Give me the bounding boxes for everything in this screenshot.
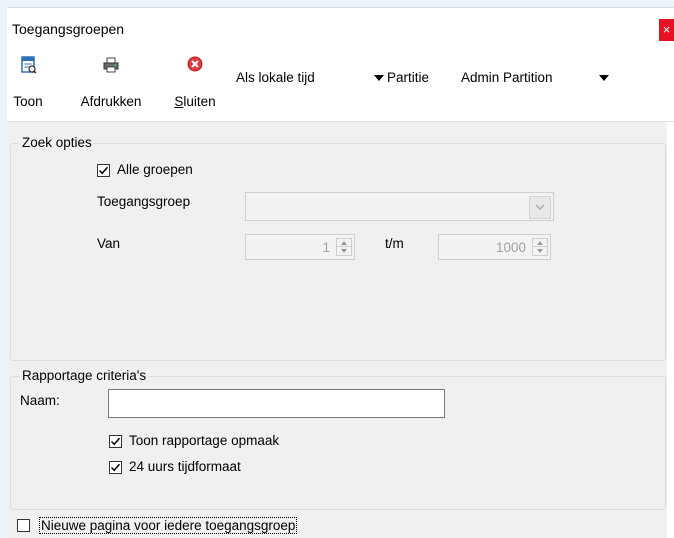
time-mode-dropdown[interactable]: Als lokale tijd xyxy=(236,66,386,90)
checkmark-icon xyxy=(110,463,121,472)
nieuwe-pagina-checkbox[interactable] xyxy=(17,519,30,532)
zoek-opties-title: Zoek opties xyxy=(20,135,94,150)
spin-down-icon xyxy=(341,249,347,253)
sluiten-label-rest: luiten xyxy=(183,94,216,109)
spin-down-icon xyxy=(537,249,543,253)
sluiten-label: Sluiten xyxy=(165,94,225,109)
sluiten-mnemonic: S xyxy=(174,94,184,109)
tijdformaat-checkbox[interactable] xyxy=(109,461,122,474)
afdrukken-button[interactable]: Afdrukken xyxy=(71,56,151,112)
spin-up-icon xyxy=(341,241,347,245)
alle-groepen-checkbox[interactable] xyxy=(97,164,110,177)
window-title: Toegangsgroepen xyxy=(12,21,125,37)
naam-input[interactable] xyxy=(108,389,445,418)
afdrukken-label: Afdrukken xyxy=(80,94,142,109)
toon-rapportage-opmaak-checkbox[interactable] xyxy=(109,435,122,448)
van-spinner[interactable] xyxy=(336,238,352,256)
van-value: 1 xyxy=(322,240,330,255)
printer-icon xyxy=(103,57,119,73)
partition-value: Admin Partition xyxy=(461,70,553,85)
rapportage-criteria-group: Rapportage criteria's Naam: Toon rapport… xyxy=(10,368,666,510)
zoek-opties-group: Zoek opties Alle groepen Toegangsgroep V… xyxy=(10,135,666,361)
content-panel: Zoek opties Alle groepen Toegangsgroep V… xyxy=(7,122,667,538)
van-numeric-input[interactable]: 1 xyxy=(245,234,355,260)
tm-numeric-input[interactable]: 1000 xyxy=(438,234,551,260)
toon-label: Toon xyxy=(13,94,43,109)
checkmark-icon xyxy=(98,166,109,175)
checkmark-icon xyxy=(110,437,121,446)
van-label: Van xyxy=(97,236,121,251)
report-view-icon xyxy=(21,56,37,74)
toon-rapportage-opmaak-label: Toon rapportage opmaak xyxy=(129,433,280,448)
time-mode-value: Als lokale tijd xyxy=(236,70,315,85)
nieuwe-pagina-label: Nieuwe pagina voor iedere toegangsgroep xyxy=(39,517,298,534)
close-red-circle-icon xyxy=(187,56,203,72)
naam-label: Naam: xyxy=(20,393,60,408)
chevron-down-icon xyxy=(535,204,545,210)
partitie-label: Partitie xyxy=(387,70,430,85)
alle-groepen-label: Alle groepen xyxy=(117,162,193,177)
tm-label: t/m xyxy=(385,236,404,251)
tm-spinner[interactable] xyxy=(532,238,548,256)
toegangsgroepen-window: Toegangsgroepen × Toon Afdrukken Sluiten… xyxy=(7,8,674,538)
spin-divider xyxy=(533,246,547,247)
spin-divider xyxy=(337,246,351,247)
tm-value: 1000 xyxy=(495,240,526,255)
tijdformaat-label: 24 uurs tijdformaat xyxy=(129,459,241,474)
title-bar[interactable]: Toegangsgroepen × xyxy=(7,8,674,44)
desktop-top-edge xyxy=(0,0,674,8)
rapportage-title: Rapportage criteria's xyxy=(20,368,149,383)
chevron-down-icon xyxy=(374,75,384,81)
toegangsgroep-dropdown[interactable] xyxy=(245,192,554,221)
close-button[interactable]: × xyxy=(659,19,674,41)
partition-dropdown[interactable]: Admin Partition xyxy=(461,66,613,90)
toon-button[interactable]: Toon xyxy=(9,56,47,112)
spin-up-icon xyxy=(537,241,543,245)
toegangsgroep-label: Toegangsgroep xyxy=(97,194,191,209)
sluiten-button[interactable]: Sluiten xyxy=(165,56,225,112)
chevron-down-icon xyxy=(599,75,609,81)
toegangsgroep-dropdown-button[interactable] xyxy=(529,196,551,219)
